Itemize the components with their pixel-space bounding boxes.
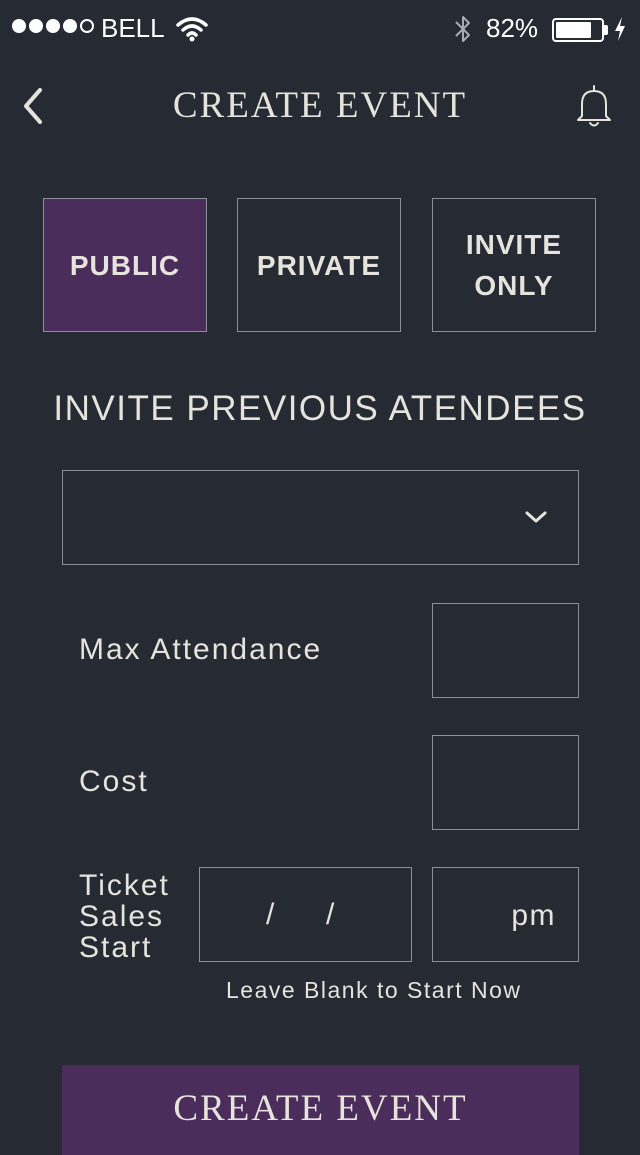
battery-icon [552, 18, 604, 42]
ticket-sales-time-input[interactable]: pm [432, 867, 579, 962]
date-separator: / [326, 898, 335, 931]
status-bar: BELL 82% [0, 0, 640, 56]
time-period-label: pm [511, 899, 556, 932]
ticket-sales-start-label: Ticket Sales Start [79, 869, 170, 964]
bell-icon [577, 85, 611, 127]
battery-fill [556, 22, 592, 38]
invite-previous-attendees-heading: INVITE PREVIOUS ATENDEES [53, 389, 587, 428]
visibility-private-button[interactable]: PRIVATE [237, 198, 401, 332]
ticket-sales-date-input[interactable]: / / [199, 867, 412, 962]
signal-strength-icon [12, 19, 94, 33]
create-event-button[interactable]: CREATE EVENT [62, 1065, 579, 1155]
carrier-name: BELL [101, 13, 165, 43]
chevron-left-icon [24, 88, 42, 124]
battery-percentage: 82% [486, 13, 539, 43]
cost-label: Cost [79, 765, 149, 798]
page-title: CREATE EVENT [172, 85, 468, 126]
date-separator: / [266, 898, 275, 931]
chevron-down-icon [525, 511, 547, 523]
battery-nub [604, 25, 608, 35]
visibility-public-button[interactable]: PUBLIC [43, 198, 207, 332]
charging-bolt-icon [615, 17, 625, 41]
max-attendance-label: Max Attendance [79, 633, 323, 666]
cost-input[interactable] [432, 735, 579, 830]
wifi-icon [176, 17, 208, 42]
start-now-hint: Leave Blank to Start Now [226, 977, 522, 1003]
notifications-button[interactable] [570, 82, 618, 130]
previous-attendees-dropdown[interactable] [62, 470, 579, 565]
visibility-invite-only-button[interactable]: INVITE ONLY [432, 198, 596, 332]
bluetooth-icon [455, 16, 470, 42]
back-button[interactable] [18, 86, 48, 126]
max-attendance-input[interactable] [432, 603, 579, 698]
